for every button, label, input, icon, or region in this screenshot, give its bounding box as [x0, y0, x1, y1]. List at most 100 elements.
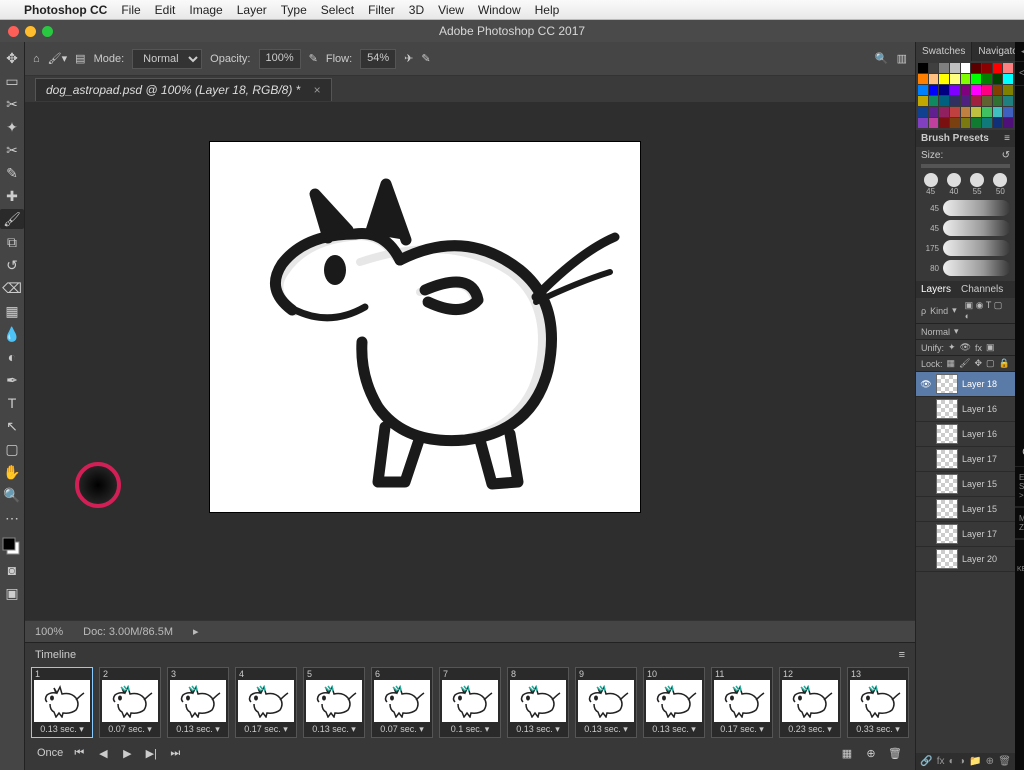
convert-timeline-icon[interactable]: ▦: [839, 746, 855, 760]
swatch[interactable]: [929, 96, 939, 106]
shape-tool[interactable]: ▢: [0, 439, 24, 459]
swatch[interactable]: [929, 107, 939, 117]
swatch[interactable]: [939, 96, 949, 106]
swatch[interactable]: [971, 74, 981, 84]
foreground-background-color[interactable]: [0, 537, 24, 557]
brush-preset-row[interactable]: 80: [921, 258, 1010, 278]
adjustment-layer-icon[interactable]: ◑: [959, 756, 965, 767]
delete-layer-icon[interactable]: 🗑: [998, 756, 1011, 767]
layer-row[interactable]: Layer 20: [916, 547, 1015, 572]
swatch[interactable]: [971, 63, 981, 73]
unify-position-icon[interactable]: ✦: [948, 342, 956, 353]
timeline-frame[interactable]: 40.17 sec. ▾: [235, 667, 297, 738]
brush-flip-icon[interactable]: ↺: [1002, 150, 1010, 161]
swatch[interactable]: [961, 107, 971, 117]
swatch[interactable]: [918, 85, 928, 95]
link-layers-icon[interactable]: 🔗: [920, 756, 932, 767]
hand-tool[interactable]: ✋: [0, 462, 24, 482]
swatch[interactable]: [971, 107, 981, 117]
layer-row[interactable]: Layer 17: [916, 447, 1015, 472]
layer-thumbnail[interactable]: [936, 449, 958, 469]
swatch[interactable]: [982, 107, 992, 117]
menu-select[interactable]: Select: [321, 3, 354, 17]
menu-window[interactable]: Window: [478, 3, 521, 17]
timeline-frame[interactable]: 10.13 sec. ▾: [31, 667, 93, 738]
workspace-switcher[interactable]: ▥: [897, 52, 907, 65]
swatch[interactable]: [950, 63, 960, 73]
type-tool[interactable]: T: [0, 393, 24, 413]
move-tool[interactable]: ✥: [0, 48, 24, 68]
screen-mode-toggle[interactable]: ▣: [0, 583, 24, 603]
astropad-shortcut-color-picker[interactable]: Color Picker: [1015, 439, 1024, 466]
astropad-shortcut-brush[interactable]: Brush: [1015, 196, 1024, 223]
blur-tool[interactable]: 💧: [0, 324, 24, 344]
swatch[interactable]: [939, 74, 949, 84]
airbrush-icon[interactable]: ✈: [404, 52, 413, 65]
brush-preset-row[interactable]: 175: [921, 238, 1010, 258]
unify-visibility-icon[interactable]: 👁: [960, 342, 971, 353]
brush-preset-row[interactable]: 45: [921, 218, 1010, 238]
layer-visibility-icon[interactable]: 👁: [920, 379, 932, 390]
history-brush-tool[interactable]: ↺: [0, 255, 24, 275]
layer-thumbnail[interactable]: [936, 474, 958, 494]
propagate-icon[interactable]: ▣: [986, 342, 995, 353]
minimize-window-button[interactable]: [25, 26, 36, 37]
timeline-frame[interactable]: 90.13 sec. ▾: [575, 667, 637, 738]
swatch[interactable]: [929, 118, 939, 128]
swatch[interactable]: [982, 74, 992, 84]
flow-value[interactable]: 54%: [360, 49, 396, 69]
swatch[interactable]: [982, 85, 992, 95]
unify-style-icon[interactable]: fx: [975, 343, 982, 353]
swatch[interactable]: [993, 74, 1003, 84]
layer-filter-kind[interactable]: Kind: [930, 306, 948, 316]
frame-duration[interactable]: 0.13 sec. ▾: [516, 722, 560, 737]
canvas-workspace[interactable]: [25, 102, 915, 620]
menu-edit[interactable]: Edit: [155, 3, 176, 17]
swatch[interactable]: [918, 96, 928, 106]
swatch[interactable]: [982, 63, 992, 73]
astropad-shortcut-redo[interactable]: Redo: [1015, 169, 1024, 196]
frame-duration[interactable]: 0.13 sec. ▾: [652, 722, 696, 737]
next-frame-button[interactable]: ▶|: [143, 746, 159, 760]
lock-transparency-icon[interactable]: ▦: [947, 358, 956, 369]
timeline-frame[interactable]: 50.13 sec. ▾: [303, 667, 365, 738]
duplicate-frame-icon[interactable]: ⊕: [863, 746, 879, 760]
layer-thumbnail[interactable]: [936, 499, 958, 519]
menu-image[interactable]: Image: [189, 3, 222, 17]
layer-thumbnail[interactable]: [936, 374, 958, 394]
blend-mode-select[interactable]: Normal: [132, 49, 202, 69]
swatch[interactable]: [939, 118, 949, 128]
swatch[interactable]: [918, 107, 928, 117]
swatches-tab[interactable]: Swatches: [916, 42, 972, 61]
layer-thumbnail[interactable]: [936, 549, 958, 569]
swatch[interactable]: [1003, 85, 1013, 95]
app-menu-name[interactable]: Photoshop CC: [24, 3, 107, 17]
swatch[interactable]: [993, 107, 1003, 117]
astropad-studio-button[interactable]: < STUDIO: [1015, 62, 1024, 86]
lasso-tool[interactable]: ✂: [0, 94, 24, 114]
swatch[interactable]: [918, 74, 928, 84]
swatch[interactable]: [971, 85, 981, 95]
frame-duration[interactable]: 0.13 sec. ▾: [40, 722, 84, 737]
menu-type[interactable]: Type: [281, 3, 307, 17]
pressure-size-icon[interactable]: ✎: [421, 52, 430, 65]
menu-3d[interactable]: 3D: [409, 3, 424, 17]
brush-presets-menu-icon[interactable]: ≡: [1004, 133, 1010, 144]
swatch[interactable]: [939, 63, 949, 73]
layer-fx-icon[interactable]: fx: [937, 756, 945, 767]
eraser-tool[interactable]: ⌫: [0, 278, 24, 298]
doc-size[interactable]: Doc: 3.00M/86.5M: [83, 626, 173, 638]
healing-brush-tool[interactable]: ✚: [0, 186, 24, 206]
layer-group-icon[interactable]: 📁: [969, 756, 981, 767]
astropad-shortcut-undo[interactable]: Undo: [1015, 142, 1024, 169]
astropad-shortcut-zoom-out[interactable]: Zoom Out: [1015, 331, 1024, 358]
status-chevron-icon[interactable]: ▸: [193, 625, 199, 638]
swatch[interactable]: [929, 63, 939, 73]
timeline-frame[interactable]: 60.07 sec. ▾: [371, 667, 433, 738]
swatch[interactable]: [950, 107, 960, 117]
loop-select[interactable]: Once: [37, 747, 63, 759]
play-button[interactable]: ▶: [119, 746, 135, 760]
brush-tool[interactable]: 🖌: [0, 209, 24, 229]
layer-row[interactable]: Layer 17: [916, 522, 1015, 547]
timeline-frame[interactable]: 120.23 sec. ▾: [779, 667, 841, 738]
